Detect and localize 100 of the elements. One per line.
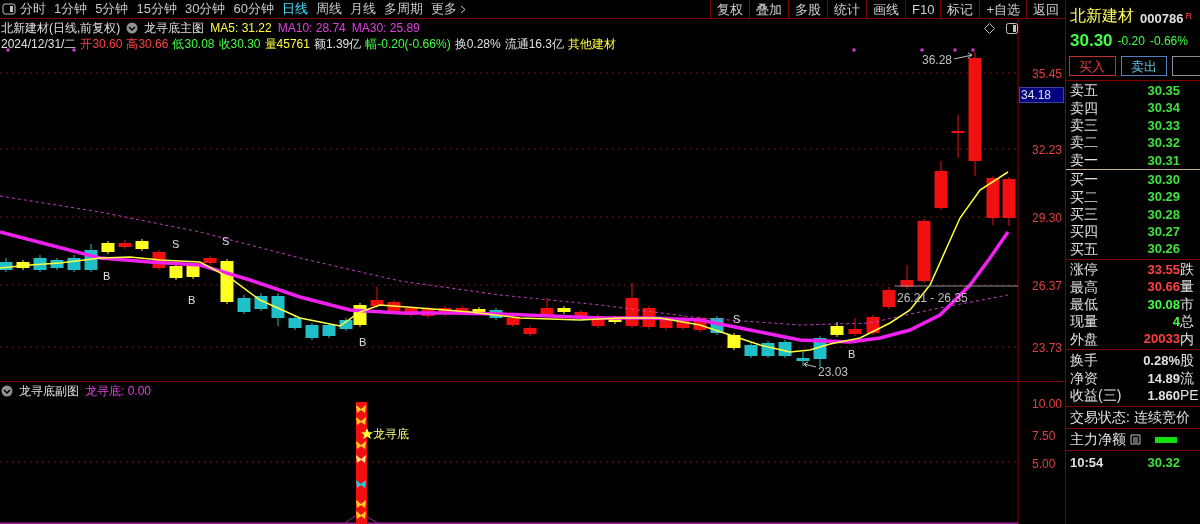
candlestick	[934, 160, 948, 211]
candlestick	[796, 351, 810, 367]
toolbar-button[interactable]: 返回	[1026, 0, 1065, 19]
row-value: 4	[1172, 313, 1180, 331]
period-tab[interactable]: 日线	[281, 0, 308, 19]
toolbar-button[interactable]: +自选	[979, 0, 1026, 19]
candlestick	[322, 322, 336, 339]
net-flow-bar	[1155, 436, 1177, 443]
price-change: -0.20	[1117, 33, 1145, 50]
partial-button[interactable]	[1172, 56, 1200, 76]
period-tab[interactable]: 月线	[349, 0, 376, 19]
row-label: 卖四	[1070, 98, 1098, 118]
row-label: 净资	[1070, 368, 1098, 388]
indicator-axis-label: 7.50	[1032, 428, 1056, 445]
period-tab[interactable]: 15分钟	[136, 0, 177, 19]
row-value: 30.66	[1147, 278, 1180, 297]
row-label: 最低	[1070, 294, 1098, 314]
row-value: 30.26	[1147, 240, 1180, 259]
market-label: R	[1185, 10, 1192, 23]
row-label: 流	[1180, 368, 1194, 388]
percent-change: -0.66%	[1149, 33, 1188, 50]
candlestick	[676, 315, 690, 331]
candlestick	[659, 315, 673, 331]
quote-field: 2024/12/31/二	[1, 35, 77, 53]
quote-field: 高30.66	[126, 35, 169, 53]
signal-label: S	[222, 234, 230, 249]
row-label: 买二	[1070, 187, 1098, 207]
moving-average-value: MA10: 28.74	[277, 19, 346, 37]
period-tab[interactable]: 1分钟	[54, 0, 88, 19]
row-label: 换手	[1070, 351, 1098, 371]
candlestick	[237, 294, 251, 315]
sell-button[interactable]: 卖出	[1120, 56, 1168, 76]
last-price: 30.30	[1070, 30, 1113, 53]
candlestick	[830, 321, 844, 338]
quote-field: 低30.08	[172, 35, 215, 53]
toolbar-button[interactable]: 统计	[827, 0, 866, 19]
candlestick	[101, 240, 115, 255]
main-net-label: 主力净额	[1070, 430, 1126, 450]
moving-average-value: MA5: 31.22	[210, 19, 272, 37]
panel-toggle-icon[interactable]	[1006, 23, 1018, 34]
row-label: 卖二	[1070, 133, 1098, 153]
candlestick	[866, 314, 880, 336]
candlestick	[67, 254, 81, 273]
signal-label: B	[848, 347, 856, 362]
candlestick	[84, 243, 98, 273]
period-tab[interactable]: 分时	[20, 0, 46, 19]
toolbar-button[interactable]: 标记	[940, 0, 980, 19]
more-button[interactable]: 更多	[430, 0, 466, 19]
row-value: 30.27	[1147, 223, 1180, 242]
price-axis-label: 35.45	[1032, 66, 1063, 83]
period-tab[interactable]: 多周期	[383, 0, 423, 19]
candlestick	[152, 249, 166, 271]
price-axis-label: 32.23	[1032, 142, 1063, 159]
tick-price: 30.32	[1147, 453, 1180, 472]
toolbar-button[interactable]: F10	[905, 0, 941, 19]
row-label: 买四	[1070, 222, 1098, 242]
dropdown-icon[interactable]	[1, 385, 13, 397]
period-tab[interactable]: 60分钟	[233, 0, 274, 19]
signal-label: B	[188, 293, 196, 308]
row-label: 现量	[1070, 312, 1098, 332]
candlestick	[203, 255, 217, 266]
toolbar-button[interactable]: 叠加	[749, 0, 788, 19]
toolbar-button[interactable]: 画线	[866, 0, 905, 19]
panel-toggle-icon[interactable]	[2, 3, 16, 15]
candlestick	[33, 254, 47, 273]
candlestick	[254, 292, 268, 312]
row-label: 最高	[1070, 277, 1098, 297]
dropdown-icon[interactable]	[126, 21, 139, 34]
quote-field: 额1.39亿	[313, 35, 362, 53]
row-value: 33.55	[1147, 260, 1180, 279]
candlestick	[744, 342, 758, 359]
candlestick	[118, 239, 132, 250]
candlestick	[271, 292, 285, 327]
row-label: 卖一	[1070, 150, 1098, 170]
stock-code: 000786	[1140, 9, 1184, 28]
price-axis-label: 29.30	[1032, 210, 1063, 227]
toolbar-button[interactable]: 多股	[788, 0, 827, 19]
period-tab[interactable]: 30分钟	[184, 0, 226, 19]
stock-name: 北新建材	[1070, 6, 1134, 26]
row-value: 1.860	[1147, 387, 1180, 406]
candlestick	[693, 315, 707, 333]
row-label: 跌	[1180, 260, 1194, 280]
candlestick	[169, 263, 183, 281]
list-icon[interactable]	[1130, 434, 1141, 446]
row-label: 市	[1180, 294, 1194, 314]
row-value: 20033	[1143, 330, 1180, 349]
buy-button[interactable]: 买入	[1069, 56, 1116, 76]
period-tab[interactable]: 5分钟	[95, 0, 129, 19]
candlestick	[0, 257, 13, 273]
period-tab[interactable]: 周线	[315, 0, 342, 19]
candlestick	[848, 317, 862, 337]
quote-field: 流通16.3亿	[504, 35, 565, 53]
signal-label: B	[359, 335, 367, 350]
signal-label: S	[733, 312, 741, 327]
diamond-icon[interactable]	[984, 23, 995, 34]
toolbar-button[interactable]: 复权	[710, 0, 749, 19]
low-price-label: 23.03	[818, 364, 849, 381]
candlestick	[761, 340, 775, 359]
row-value: 0.28%	[1143, 351, 1180, 370]
row-label: 买五	[1070, 239, 1098, 259]
